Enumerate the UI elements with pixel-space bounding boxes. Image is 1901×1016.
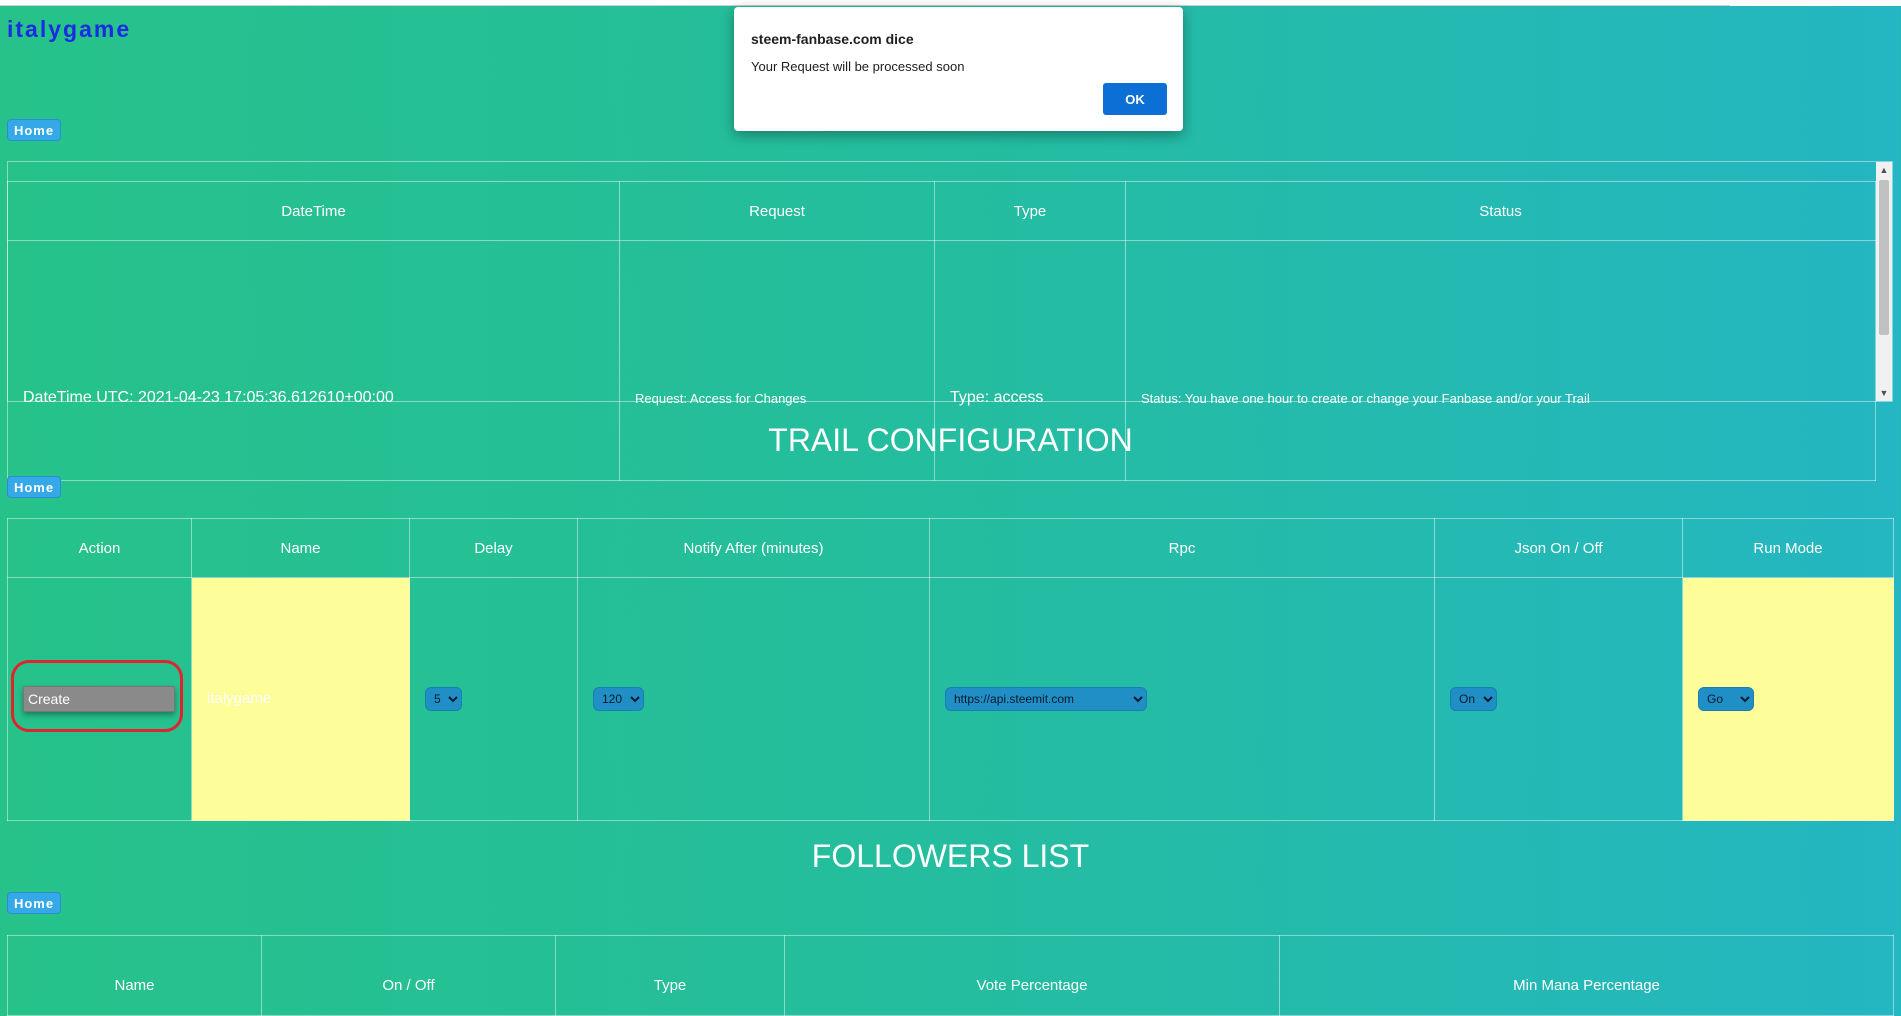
cell-rpc: https://api.steemit.com: [929, 577, 1435, 821]
header-notify: Notify After (minutes): [577, 518, 930, 578]
cell-delay: 5: [409, 577, 578, 821]
header-on-off: On / Off: [261, 935, 556, 1016]
header-min-mana: Min Mana Percentage: [1279, 935, 1894, 1016]
dialog-message: Your Request will be processed soon: [751, 59, 965, 74]
cell-name: italygame: [191, 577, 410, 821]
cell-run-mode: Go: [1682, 577, 1894, 821]
header-json: Json On / Off: [1434, 518, 1683, 578]
header-follower-name: Name: [7, 935, 262, 1016]
header-follower-type: Type: [555, 935, 785, 1016]
header-vote-percentage: Vote Percentage: [784, 935, 1280, 1016]
run-mode-select[interactable]: Go: [1698, 687, 1754, 711]
name-input[interactable]: italygame: [207, 690, 271, 707]
cell-notify: 120: [577, 577, 930, 821]
trail-section-title: TRAIL CONFIGURATION: [768, 422, 1133, 458]
header-delay: Delay: [409, 518, 578, 578]
delay-select[interactable]: 5: [425, 687, 462, 711]
home-button-trail[interactable]: Home: [7, 476, 61, 498]
header-status: Status: [1125, 181, 1876, 241]
dialog-ok-button[interactable]: OK: [1103, 83, 1167, 115]
rpc-select[interactable]: https://api.steemit.com: [945, 687, 1147, 711]
dialog-title: steem-fanbase.com dice: [751, 31, 914, 47]
header-action: Action: [7, 518, 192, 578]
alert-dialog: steem-fanbase.com dice Your Request will…: [734, 7, 1183, 131]
header-rpc: Rpc: [929, 518, 1435, 578]
followers-table: Name On / Off Type Vote Percentage Min M…: [7, 935, 1894, 1016]
scroll-down-icon[interactable]: ▼: [1876, 385, 1892, 401]
header-type: Type: [934, 181, 1126, 241]
cell-json: On: [1434, 577, 1683, 821]
trail-table: Action Name Delay Notify After (minutes)…: [7, 518, 1894, 821]
followers-section-title: FOLLOWERS LIST: [811, 838, 1090, 874]
create-button[interactable]: Create: [23, 686, 175, 712]
browser-top-bar: [0, 0, 1901, 6]
notify-select[interactable]: 120: [593, 687, 644, 711]
requests-scrollbar[interactable]: ▲ ▼: [1876, 162, 1892, 401]
header-datetime: DateTime: [7, 181, 620, 241]
home-button-followers[interactable]: Home: [7, 892, 61, 914]
brand-title: italygame: [7, 16, 132, 42]
header-request: Request: [619, 181, 935, 241]
scroll-up-icon[interactable]: ▲: [1876, 162, 1892, 178]
scroll-thumb[interactable]: [1879, 180, 1889, 335]
header-name: Name: [191, 518, 410, 578]
json-select[interactable]: On: [1450, 687, 1497, 711]
header-run-mode: Run Mode: [1682, 518, 1894, 578]
cell-action: Create: [7, 577, 192, 821]
home-button-top[interactable]: Home: [7, 119, 61, 141]
